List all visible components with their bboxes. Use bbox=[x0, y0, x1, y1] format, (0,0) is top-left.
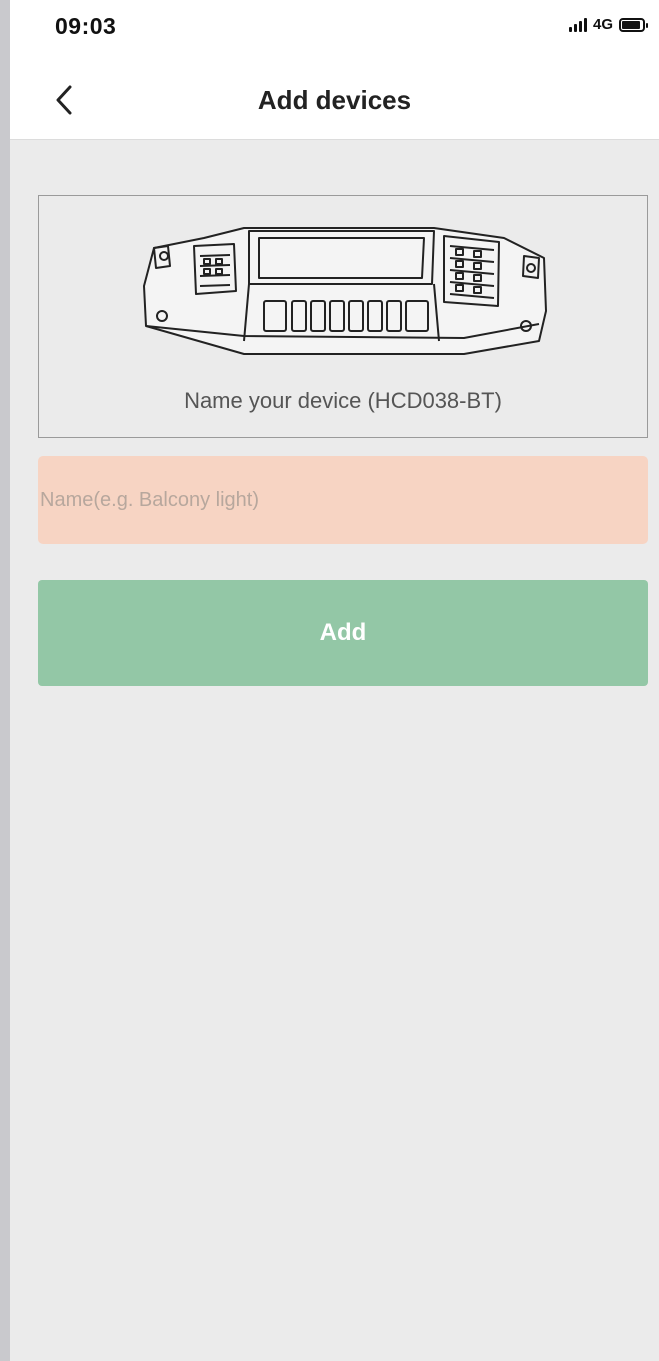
signal-icon bbox=[568, 17, 587, 32]
network-type: 4G bbox=[592, 16, 613, 33]
device-caption: Name your device (HCD038-BT) bbox=[184, 388, 502, 413]
battery-icon bbox=[619, 17, 648, 32]
add-devices-screen: 09:03 4G Add devices Name your device (H… bbox=[10, 0, 659, 1361]
device-name-input[interactable] bbox=[38, 456, 648, 544]
status-bar: 09:03 4G bbox=[10, 0, 659, 50]
navigation-bar: Add devices bbox=[10, 50, 659, 140]
device-card: Name your device (HCD038-BT) bbox=[38, 195, 648, 438]
status-indicators: 4G bbox=[568, 16, 648, 33]
page-title: Add devices bbox=[257, 85, 412, 115]
add-button[interactable]: Add bbox=[38, 580, 648, 686]
led-driver-illustration bbox=[143, 227, 547, 355]
status-time: 09:03 bbox=[55, 13, 117, 39]
